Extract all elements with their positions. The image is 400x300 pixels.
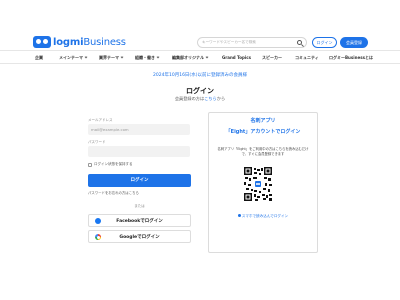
nav-item-organization[interactable]: 組織・働き bbox=[135, 55, 160, 61]
page-title: ログイン bbox=[186, 87, 214, 95]
nav-item-about[interactable]: ログミーBusinessとは bbox=[329, 55, 373, 61]
chevron-down-icon bbox=[84, 55, 88, 59]
logo-icon bbox=[33, 36, 51, 48]
search-input[interactable]: キーワードやスピーカー名で検索 bbox=[197, 37, 307, 48]
announcement-link[interactable]: 2024年10月16日(水)以前に登録済みの会員様 bbox=[0, 72, 400, 78]
or-divider: または bbox=[134, 204, 145, 208]
chevron-down-icon bbox=[120, 55, 124, 59]
nav-item-editorial-original[interactable]: 編集部オリジナル bbox=[172, 55, 209, 61]
remember-checkbox[interactable] bbox=[88, 162, 92, 167]
nav-item-speakers[interactable]: スピーカー bbox=[262, 55, 282, 61]
main-nav: 企業 メインテーマ 業界テーマ 組織・働き 編集部オリジナル Grand Top… bbox=[0, 50, 400, 64]
nav-item-grand-topics[interactable]: Grand Topics bbox=[222, 55, 251, 60]
nav-item-community[interactable]: コミュニティ bbox=[295, 55, 319, 61]
register-prompt: 会員登録の方はこちらから bbox=[174, 96, 226, 101]
register-link[interactable]: こちら bbox=[204, 96, 217, 101]
logo-brand: logmi bbox=[53, 36, 84, 48]
search-placeholder: キーワードやスピーカー名で検索 bbox=[202, 40, 256, 44]
nav-item-main-theme[interactable]: メインテーマ bbox=[59, 55, 88, 61]
eight-login-panel: 名刺アプリ 「Eight」アカウントでログイン 名刺アプリ「Eight」をご利用… bbox=[208, 112, 318, 253]
email-field[interactable]: mail@example.com bbox=[88, 124, 190, 135]
eight-app-link[interactable]: スマホで読み込んでログイン bbox=[209, 214, 317, 219]
password-label: パスワード bbox=[88, 140, 106, 144]
logmi-logo[interactable]: logmiBusiness bbox=[33, 36, 126, 48]
header-register-button[interactable]: 会員登録 bbox=[340, 37, 368, 48]
facebook-icon bbox=[95, 218, 101, 224]
login-submit-button[interactable]: ログイン bbox=[88, 174, 191, 187]
remember-label: ログイン状態を保持する bbox=[94, 162, 133, 166]
forgot-password-link[interactable]: パスワードをお忘れの方はこちら bbox=[88, 190, 139, 195]
eight-title-line1: 名刺アプリ bbox=[250, 118, 276, 124]
chevron-down-icon bbox=[156, 55, 160, 59]
header-login-button[interactable]: ログイン bbox=[312, 37, 337, 48]
eight-app-icon bbox=[237, 214, 241, 217]
nav-item-industry-theme[interactable]: 業界テーマ bbox=[99, 55, 124, 61]
chevron-down-icon bbox=[205, 55, 209, 59]
remember-me[interactable]: ログイン状態を保持する bbox=[88, 162, 133, 167]
google-icon bbox=[95, 234, 101, 240]
eight-description: 名刺アプリ「Eight」をご利用中の方はこちらを読み込むだけで、すぐに会員登録で… bbox=[217, 147, 309, 156]
logo-suffix: Business bbox=[83, 36, 126, 48]
site-header: logmiBusiness キーワードやスピーカー名で検索 ログイン 会員登録 bbox=[0, 0, 400, 50]
email-label: メールアドレス bbox=[88, 118, 113, 122]
login-form: メールアドレス mail@example.com パスワード ログイン状態を保持… bbox=[84, 112, 195, 252]
password-field[interactable] bbox=[88, 146, 190, 157]
google-login-button[interactable]: Googleでログイン bbox=[88, 230, 191, 243]
nav-item-companies[interactable]: 企業 bbox=[35, 55, 43, 61]
qr-code-icon bbox=[244, 167, 272, 201]
search-icon[interactable] bbox=[297, 40, 302, 45]
eight-title-line2: 「Eight」アカウントでログイン bbox=[225, 129, 301, 135]
facebook-login-button[interactable]: Facebookでログイン bbox=[88, 214, 191, 227]
